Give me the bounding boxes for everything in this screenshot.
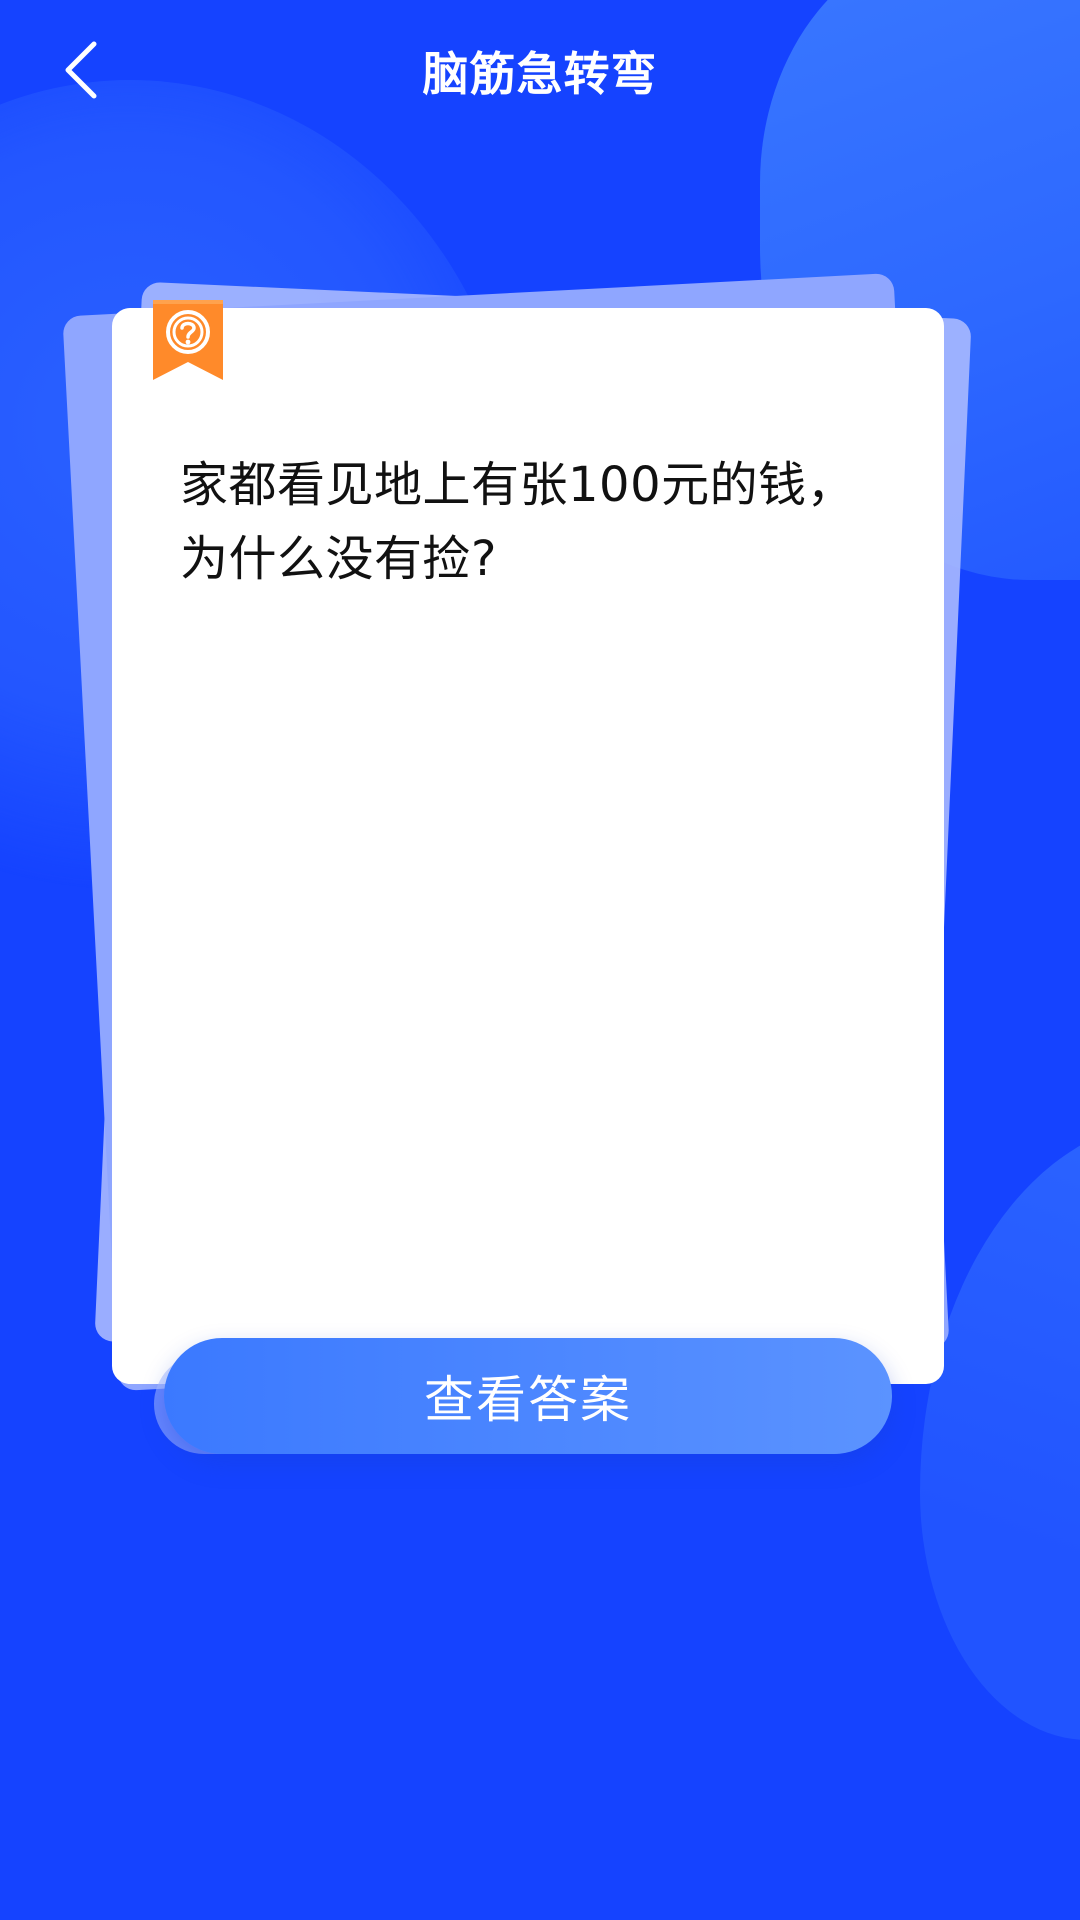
header-bar: 脑筋急转弯 [0,0,1080,140]
question-text: 家都看见地上有张100元的钱，为什么没有捡? [180,457,856,587]
view-answer-button[interactable]: 查看答案 [164,1338,892,1454]
page-title: 脑筋急转弯 [422,47,658,101]
background-blob [920,1120,1080,1740]
question-ribbon-icon [153,300,223,382]
